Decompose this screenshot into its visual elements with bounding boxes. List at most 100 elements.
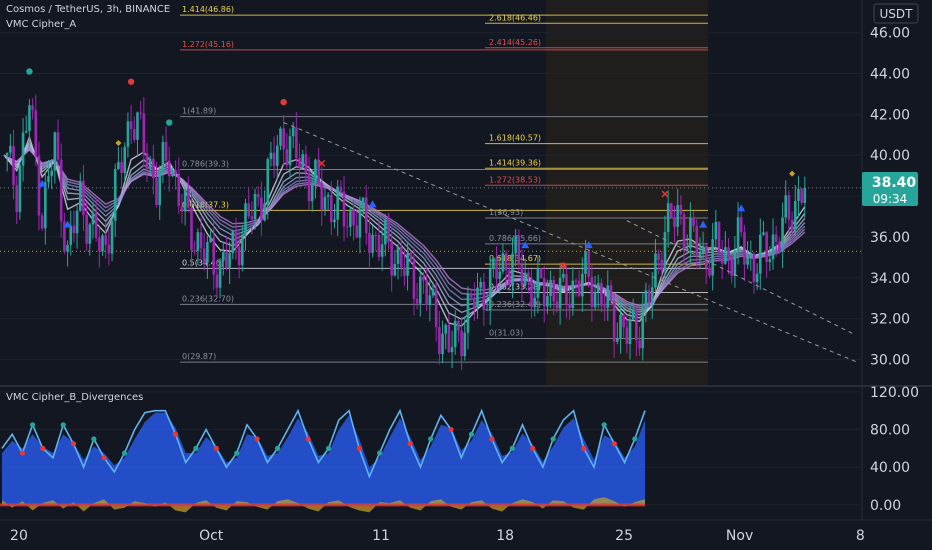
wave-cross-dot [101,455,107,461]
candle-body [755,273,759,283]
candle-body [743,232,746,265]
symbol-title[interactable]: Cosmos / TetherUS, 3h, BINANCE [6,4,170,15]
wave-cross-dot [632,436,638,442]
candle-body [457,320,460,331]
candle-body [193,250,196,252]
candle-body [511,253,514,286]
candle-body [50,170,53,177]
candle-body [596,283,600,293]
candle-body [552,279,556,302]
candle-body [441,333,444,355]
candle-body [272,152,276,166]
time-tick-label: 8 [856,528,865,544]
candle-body [533,297,536,308]
candle-body [18,165,22,213]
candle-body [260,197,263,221]
wave-cross-dot [234,450,240,456]
candle-body [561,273,565,278]
candle-body [434,289,438,327]
candle-body [638,340,641,349]
candle-body [120,162,123,174]
candle-body [183,188,187,212]
candle-body [568,304,571,308]
candle-body [212,237,216,275]
candle-body [44,182,47,229]
time-tick-label: Nov [726,528,753,544]
indicator-title-bottom[interactable]: VMC Cipher_B_Divergences [6,392,143,403]
candle-body [98,237,101,252]
candle-body [380,244,384,257]
candle-body [336,186,339,220]
candle-body [714,221,718,240]
candle-body [549,279,552,297]
wave-cross-dot [193,445,199,451]
candle-body [720,252,724,264]
candle-body [59,159,63,222]
time-axis-background[interactable] [0,520,932,550]
candle-body [616,338,619,342]
time-tick-label: 18 [496,528,514,544]
candle-body [221,252,225,261]
candle-body [628,319,632,345]
candle-body [584,251,587,274]
candle-body [250,216,254,220]
candle-body [787,195,791,220]
candle-body [539,268,543,279]
candle-body [387,219,390,243]
candle-body [285,149,289,166]
candle-body [155,178,158,205]
candle-body [78,180,82,211]
candle-body [234,230,238,247]
candle-body [704,245,708,268]
chart-root: 1.414(46.86) 1.272(45.16) 1(41.89) 0.786(39… [0,0,932,550]
candle-body [368,232,371,253]
candle-body [310,183,314,202]
fib-level-label: 1.618(40.57) [489,134,541,143]
candle-body [492,257,495,269]
candle-body [536,268,540,298]
wave-cross-dot [274,445,281,451]
candle-body [40,215,44,229]
candle-body [47,176,50,183]
candle-body [69,225,73,245]
wave-cross-dot [407,441,413,447]
candle-body [371,234,374,253]
indicator-title-top[interactable]: VMC Cipher_A [6,19,76,30]
candle-body [317,159,320,183]
wave-cross-dot [377,450,383,456]
candle-body [803,187,807,203]
candle-body [428,295,432,306]
candle-body [701,245,705,253]
signal-dot [26,68,33,75]
wave-cross-dot [356,445,362,451]
candle-body [12,145,15,186]
candle-body [279,128,282,146]
candle-body [374,234,378,236]
candle-body [418,276,422,304]
price-tick-label: 46.00 [870,26,910,42]
candle-body [352,209,355,226]
price-tick-label: 32.00 [870,312,910,328]
fib-level-label: 0(31.03) [489,328,523,337]
candle-body [161,142,165,173]
candle-body [304,154,308,173]
candle-body [31,105,34,111]
candle-body [228,253,231,268]
candle-body [152,158,155,179]
candle-body [399,246,403,268]
candle-body [759,234,762,274]
price-tick-label: 42.00 [870,107,910,123]
candle-body [431,289,435,296]
candle-body [571,280,575,308]
candle-body [673,217,676,227]
candle-body [301,154,305,168]
candle-body [361,197,365,209]
wave-cross-dot [326,445,332,451]
candle-body [396,246,400,264]
signal-dot [166,119,173,126]
candle-body [393,263,397,276]
candle-body [514,235,517,254]
wave-cross-dot [30,422,36,428]
candle-body [209,237,212,243]
candle-body [349,209,352,227]
